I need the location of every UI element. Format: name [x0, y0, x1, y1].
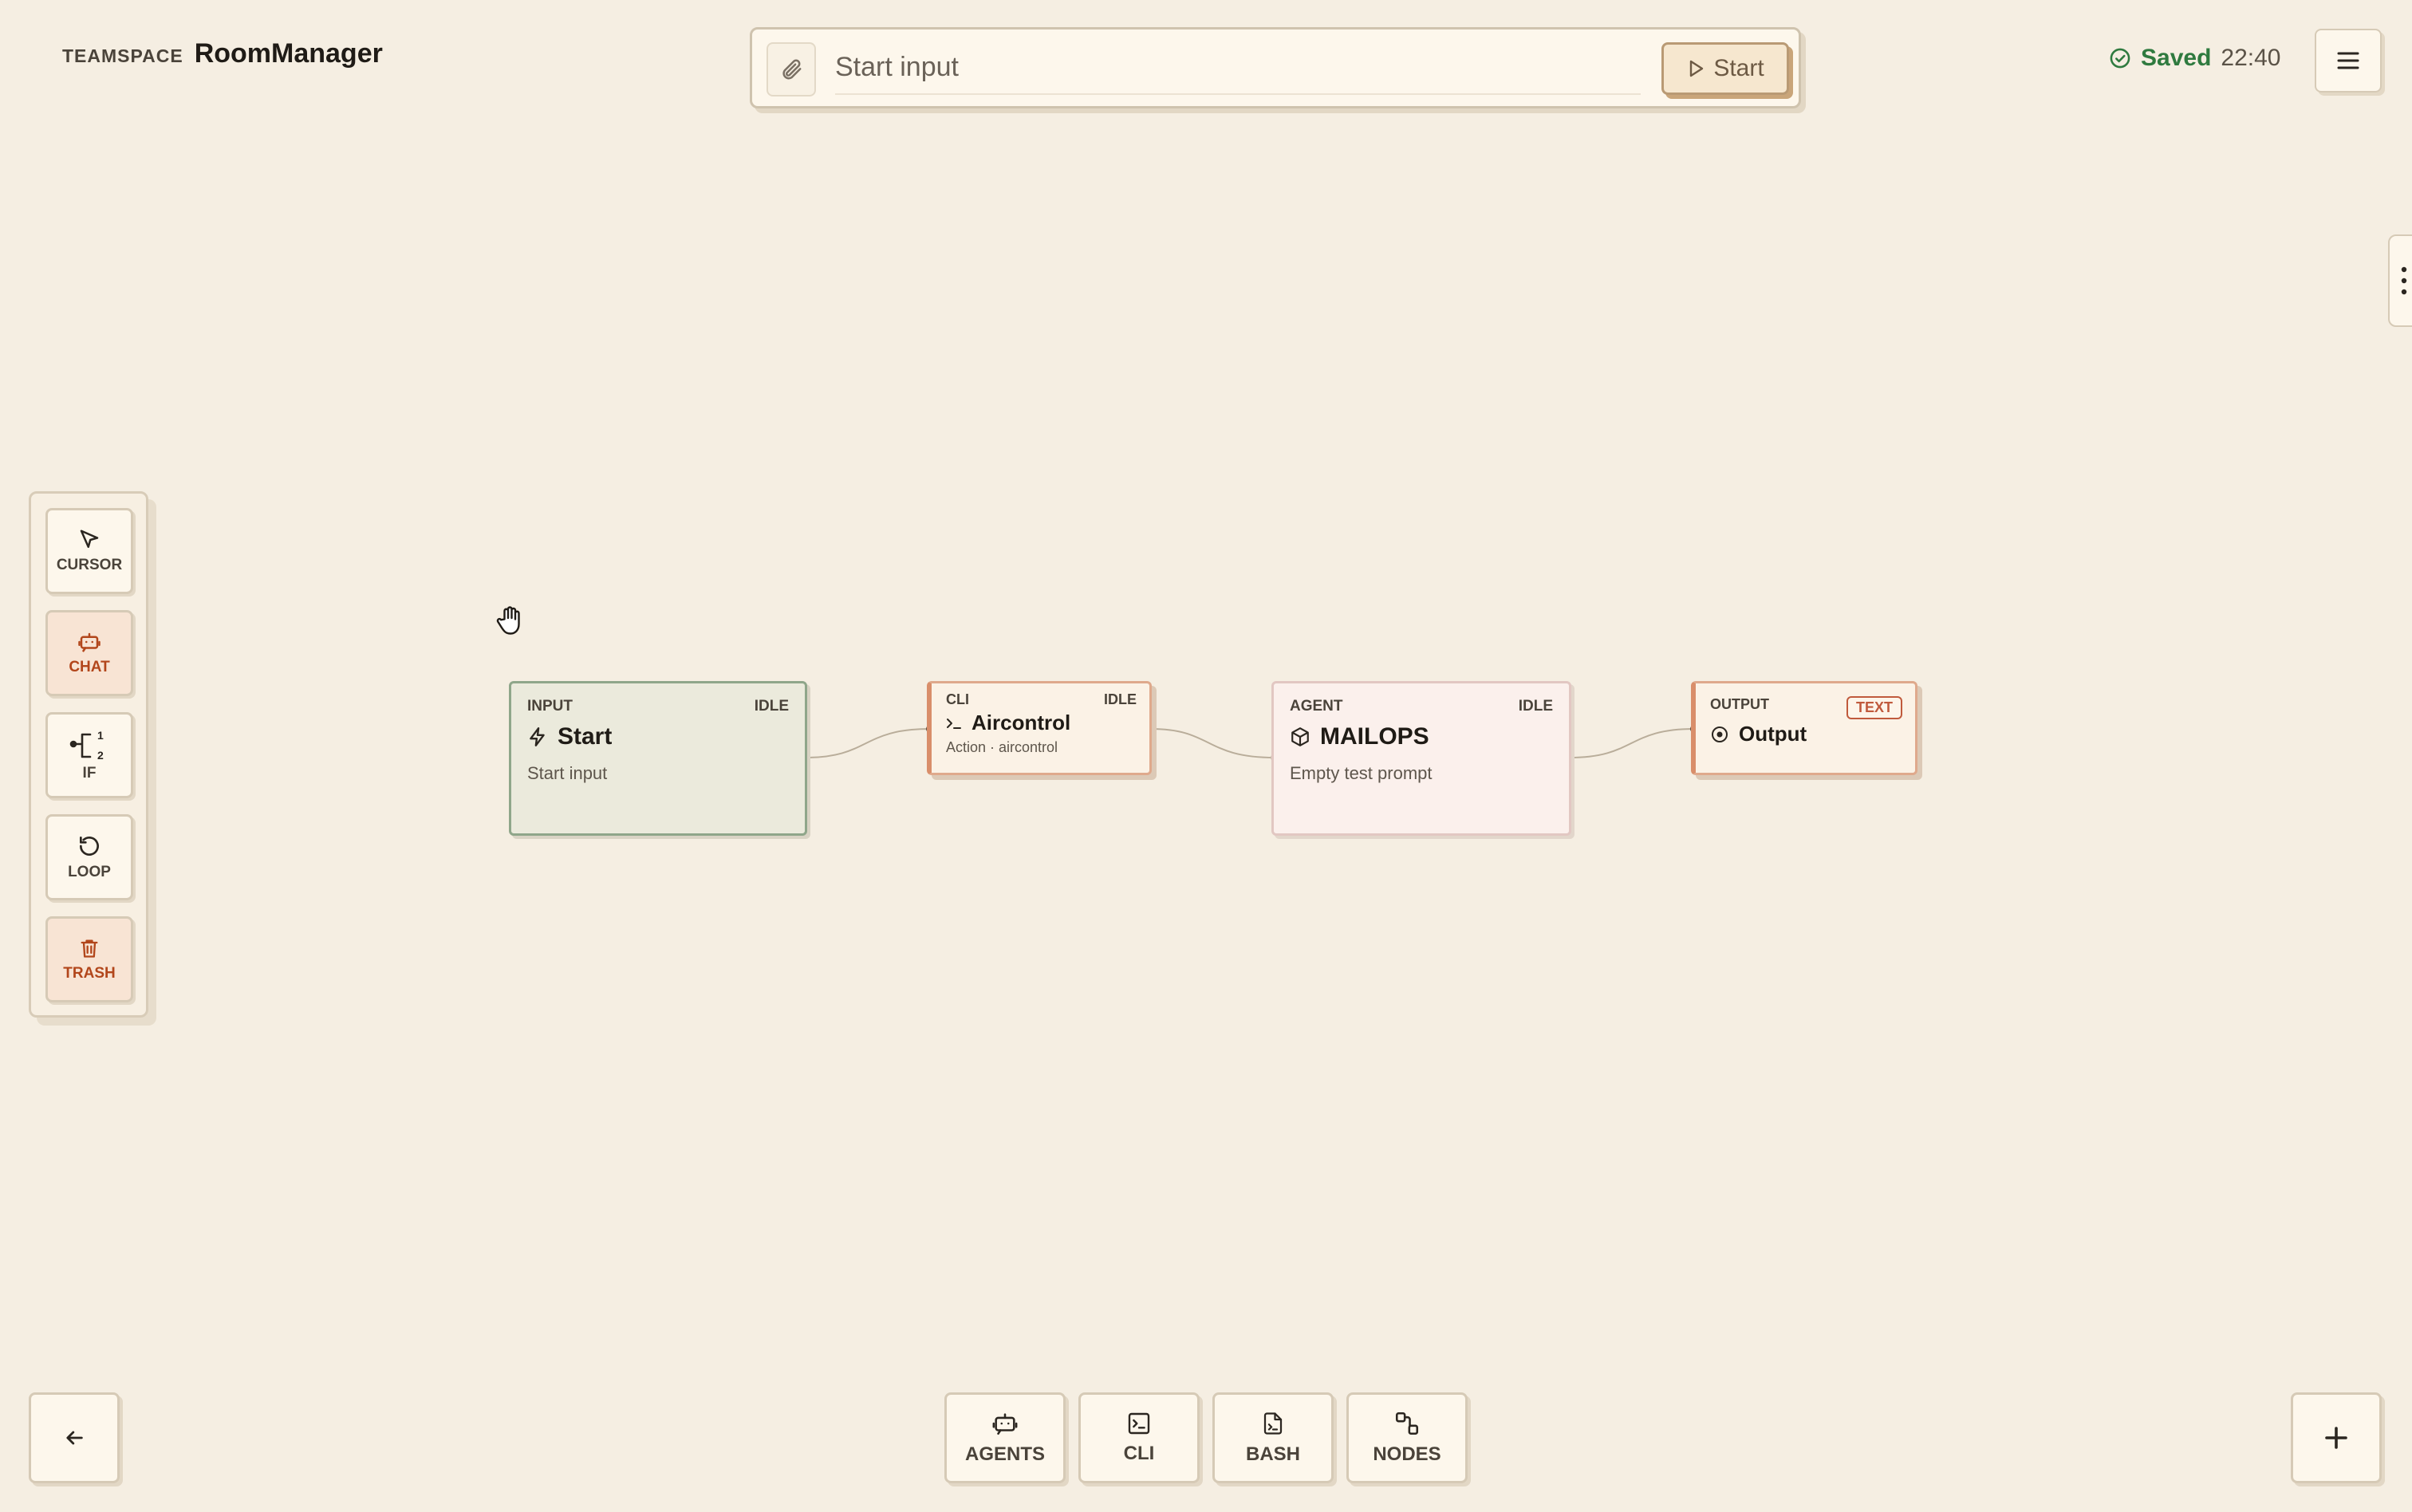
nodes-icon — [1393, 1410, 1421, 1437]
output-format-badge: TEXT — [1846, 696, 1902, 719]
node-type: CLI — [946, 691, 969, 707]
target-icon — [1710, 725, 1729, 744]
terminal-icon — [1126, 1411, 1152, 1436]
terminal-prompt-icon — [946, 716, 964, 730]
script-file-icon — [1261, 1410, 1285, 1437]
node-title-text: Aircontrol — [972, 711, 1071, 734]
node-title-text: Start — [558, 723, 613, 750]
palette-cli[interactable]: CLI — [1078, 1392, 1200, 1483]
palette-label: AGENTS — [964, 1443, 1045, 1465]
palette-label: NODES — [1373, 1443, 1441, 1465]
palette-nodes[interactable]: NODES — [1346, 1392, 1468, 1483]
node-status: IDLE — [1103, 691, 1137, 707]
node-subtitle: Empty test prompt — [1290, 763, 1433, 783]
node-type: INPUT — [527, 698, 573, 715]
edge-cli-agent — [1150, 728, 1275, 758]
back-button[interactable] — [29, 1392, 120, 1483]
arrow-left-icon — [61, 1427, 87, 1449]
node-subtitle: Action · aircontrol — [946, 739, 1058, 755]
cube-icon — [1290, 726, 1310, 748]
node-output[interactable]: OUTPUT TEXT Output — [1691, 681, 1917, 775]
plus-icon — [2322, 1423, 2351, 1452]
edge-input-cli — [805, 728, 931, 758]
node-cli-aircontrol[interactable]: CLI IDLE Aircontrol Action · aircontrol — [927, 681, 1152, 775]
edge-agent-output — [1569, 728, 1695, 758]
node-title: Start — [527, 723, 612, 750]
node-type: OUTPUT — [1710, 696, 1769, 712]
node-input-start[interactable]: INPUT IDLE Start Start input — [509, 681, 807, 836]
palette-label: CLI — [1123, 1443, 1155, 1464]
node-title: Output — [1710, 722, 1807, 746]
node-agent-mailops[interactable]: AGENT IDLE MAILOPS Empty test prompt — [1271, 681, 1571, 836]
palette-agents[interactable]: AGENTS — [944, 1392, 1066, 1483]
lightning-icon — [527, 726, 548, 748]
edges-layer — [802, 725, 1698, 762]
node-title-text: MAILOPS — [1320, 723, 1429, 750]
node-status: IDLE — [754, 698, 789, 715]
node-subtitle: Start input — [527, 763, 608, 783]
agents-icon — [991, 1410, 1019, 1437]
add-button[interactable] — [2291, 1392, 2382, 1483]
node-title: MAILOPS — [1290, 723, 1429, 750]
node-title-text: Output — [1739, 722, 1807, 746]
palette-label: BASH — [1245, 1443, 1300, 1465]
node-title: Aircontrol — [946, 711, 1070, 735]
palette-bash[interactable]: BASH — [1212, 1392, 1334, 1483]
node-status: IDLE — [1518, 698, 1553, 715]
node-type: AGENT — [1290, 698, 1343, 715]
